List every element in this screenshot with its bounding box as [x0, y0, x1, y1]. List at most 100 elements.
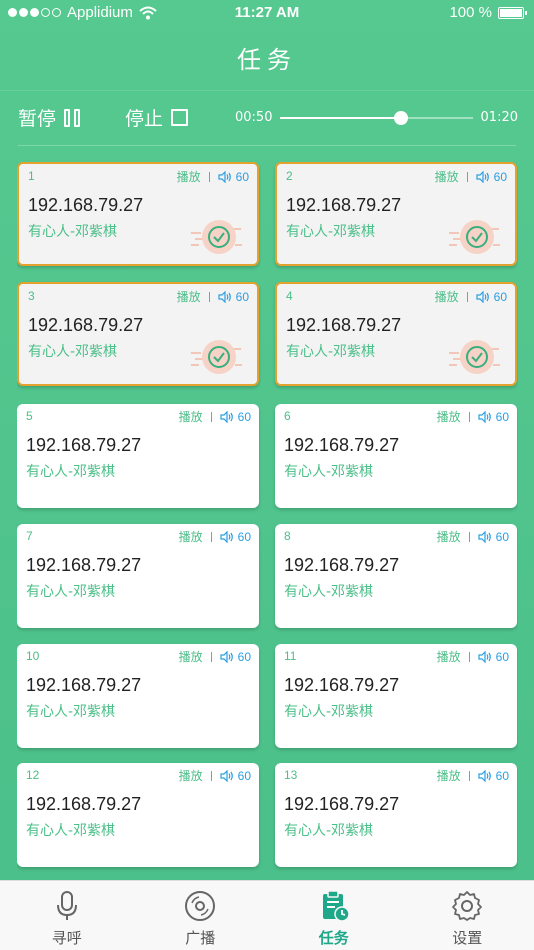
meta-separator — [210, 651, 212, 662]
task-status: 播放 — [434, 290, 459, 304]
task-number: 12 — [26, 768, 40, 782]
task-ip: 192.168.79.27 — [284, 675, 400, 695]
task-meta: 播放 60 — [437, 528, 509, 545]
task-song: 有心人-邓紫棋 — [26, 464, 116, 480]
speaker-icon — [218, 290, 231, 303]
speaker-icon — [478, 410, 491, 423]
speaker-icon — [476, 290, 489, 303]
tab-settings[interactable]: 设置 — [401, 881, 534, 950]
check-complete-icon — [449, 220, 500, 254]
progress-fill — [280, 117, 401, 119]
tab-label: 广播 — [185, 929, 216, 947]
page-title: 任务 — [237, 46, 297, 74]
meta-separator — [208, 291, 210, 302]
task-card[interactable]: 7 播放 60 192.168.79.27 有心人-邓紫棋 — [17, 524, 259, 628]
task-volume: 60 — [495, 409, 509, 424]
task-ip: 192.168.79.27 — [26, 794, 142, 814]
task-meta: 播放 60 — [437, 648, 509, 665]
disc-icon — [185, 891, 216, 921]
pause-icon — [64, 108, 81, 127]
time-current: 00:50 — [235, 110, 273, 125]
task-ip: 192.168.79.27 — [284, 435, 400, 455]
task-ip: 192.168.79.27 — [284, 794, 400, 814]
task-meta: 播放 60 — [437, 767, 509, 784]
battery-icon — [498, 6, 527, 19]
meta-separator — [210, 411, 212, 422]
task-card[interactable]: 13 播放 60 192.168.79.27 有心人-邓紫棋 — [275, 763, 517, 867]
tab-label: 任务 — [318, 929, 349, 947]
task-status: 播放 — [178, 410, 203, 424]
task-status: 播放 — [178, 769, 203, 783]
tab-paging[interactable]: 寻呼 — [0, 881, 134, 950]
task-card[interactable]: 5 播放 60 192.168.79.27 有心人-邓紫棋 — [17, 404, 259, 508]
task-number: 13 — [284, 768, 298, 782]
meta-separator — [210, 770, 212, 781]
task-song: 有心人-邓紫棋 — [286, 344, 376, 360]
task-volume: 60 — [237, 409, 251, 424]
battery-percent: 100 % — [449, 4, 492, 21]
tab-label: 寻呼 — [51, 929, 82, 947]
task-card[interactable]: 11 播放 60 192.168.79.27 有心人-邓紫棋 — [275, 644, 517, 748]
meta-separator — [468, 531, 470, 542]
progress-slider[interactable] — [280, 111, 473, 125]
meta-separator — [466, 291, 468, 302]
task-status: 播放 — [178, 650, 203, 664]
task-card[interactable]: 6 播放 60 192.168.79.27 有心人-邓紫棋 — [275, 404, 517, 508]
progress-knob[interactable] — [393, 111, 408, 125]
task-number: 7 — [26, 529, 33, 543]
speaker-icon — [220, 410, 233, 423]
task-card[interactable]: 8 播放 60 192.168.79.27 有心人-邓紫棋 — [275, 524, 517, 628]
task-song: 有心人-邓紫棋 — [286, 224, 376, 240]
task-number: 11 — [284, 649, 297, 663]
task-ip: 192.168.79.27 — [28, 315, 144, 335]
task-status: 播放 — [436, 530, 461, 544]
task-status: 播放 — [436, 650, 461, 664]
task-number: 6 — [284, 409, 291, 423]
task-song: 有心人-邓紫棋 — [284, 584, 374, 600]
meta-separator — [468, 651, 470, 662]
task-meta: 播放 60 — [179, 528, 251, 545]
tab-tasks[interactable]: 任务 — [267, 881, 401, 950]
task-status: 播放 — [176, 290, 201, 304]
task-ip: 192.168.79.27 — [286, 195, 402, 215]
speaker-icon — [220, 650, 233, 663]
task-ip: 192.168.79.27 — [26, 675, 142, 695]
stop-button[interactable]: 停止 — [125, 104, 189, 131]
task-volume: 60 — [237, 649, 251, 664]
task-volume: 60 — [237, 529, 251, 544]
stop-icon — [171, 109, 189, 126]
task-ip: 192.168.79.27 — [28, 195, 144, 215]
task-meta: 播放 60 — [179, 408, 251, 425]
tab-broadcast[interactable]: 广播 — [134, 881, 268, 950]
gear-icon — [452, 891, 483, 921]
status-bar: Applidium 11:27 AM 100 % — [0, 0, 534, 28]
speaker-icon — [220, 769, 233, 782]
task-card[interactable]: 1 播放 60 192.168.79.27 有心人-邓紫棋 — [17, 162, 259, 266]
task-status: 播放 — [178, 530, 203, 544]
pause-button[interactable]: 暂停 — [18, 104, 81, 131]
task-ip: 192.168.79.27 — [26, 435, 142, 455]
task-card[interactable]: 12 播放 60 192.168.79.27 有心人-邓紫棋 — [17, 763, 259, 867]
task-card[interactable]: 3 播放 60 192.168.79.27 有心人-邓紫棋 — [17, 282, 259, 386]
pause-label: 暂停 — [18, 108, 57, 130]
task-meta: 播放 60 — [177, 168, 249, 185]
task-card[interactable]: 4 播放 60 192.168.79.27 有心人-邓紫棋 — [275, 282, 517, 386]
task-card[interactable]: 10 播放 60 192.168.79.27 有心人-邓紫棋 — [17, 644, 259, 748]
task-number: 10 — [26, 649, 40, 663]
nav-divider — [0, 90, 534, 91]
task-song: 有心人-邓紫棋 — [284, 464, 374, 480]
stop-label: 停止 — [125, 108, 164, 130]
playback-controls: 暂停 停止 00:50 01:20 — [18, 104, 518, 136]
check-complete-icon — [191, 220, 242, 254]
task-meta: 播放 60 — [437, 408, 509, 425]
task-number: 1 — [28, 169, 35, 183]
task-volume: 60 — [495, 529, 509, 544]
meta-separator — [466, 171, 468, 182]
task-number: 8 — [284, 529, 291, 543]
task-ip: 192.168.79.27 — [284, 555, 400, 575]
task-card[interactable]: 2 播放 60 192.168.79.27 有心人-邓紫棋 — [275, 162, 517, 266]
task-status: 播放 — [436, 410, 461, 424]
meta-separator — [468, 411, 470, 422]
check-complete-icon — [449, 340, 500, 374]
task-meta: 播放 60 — [179, 648, 251, 665]
